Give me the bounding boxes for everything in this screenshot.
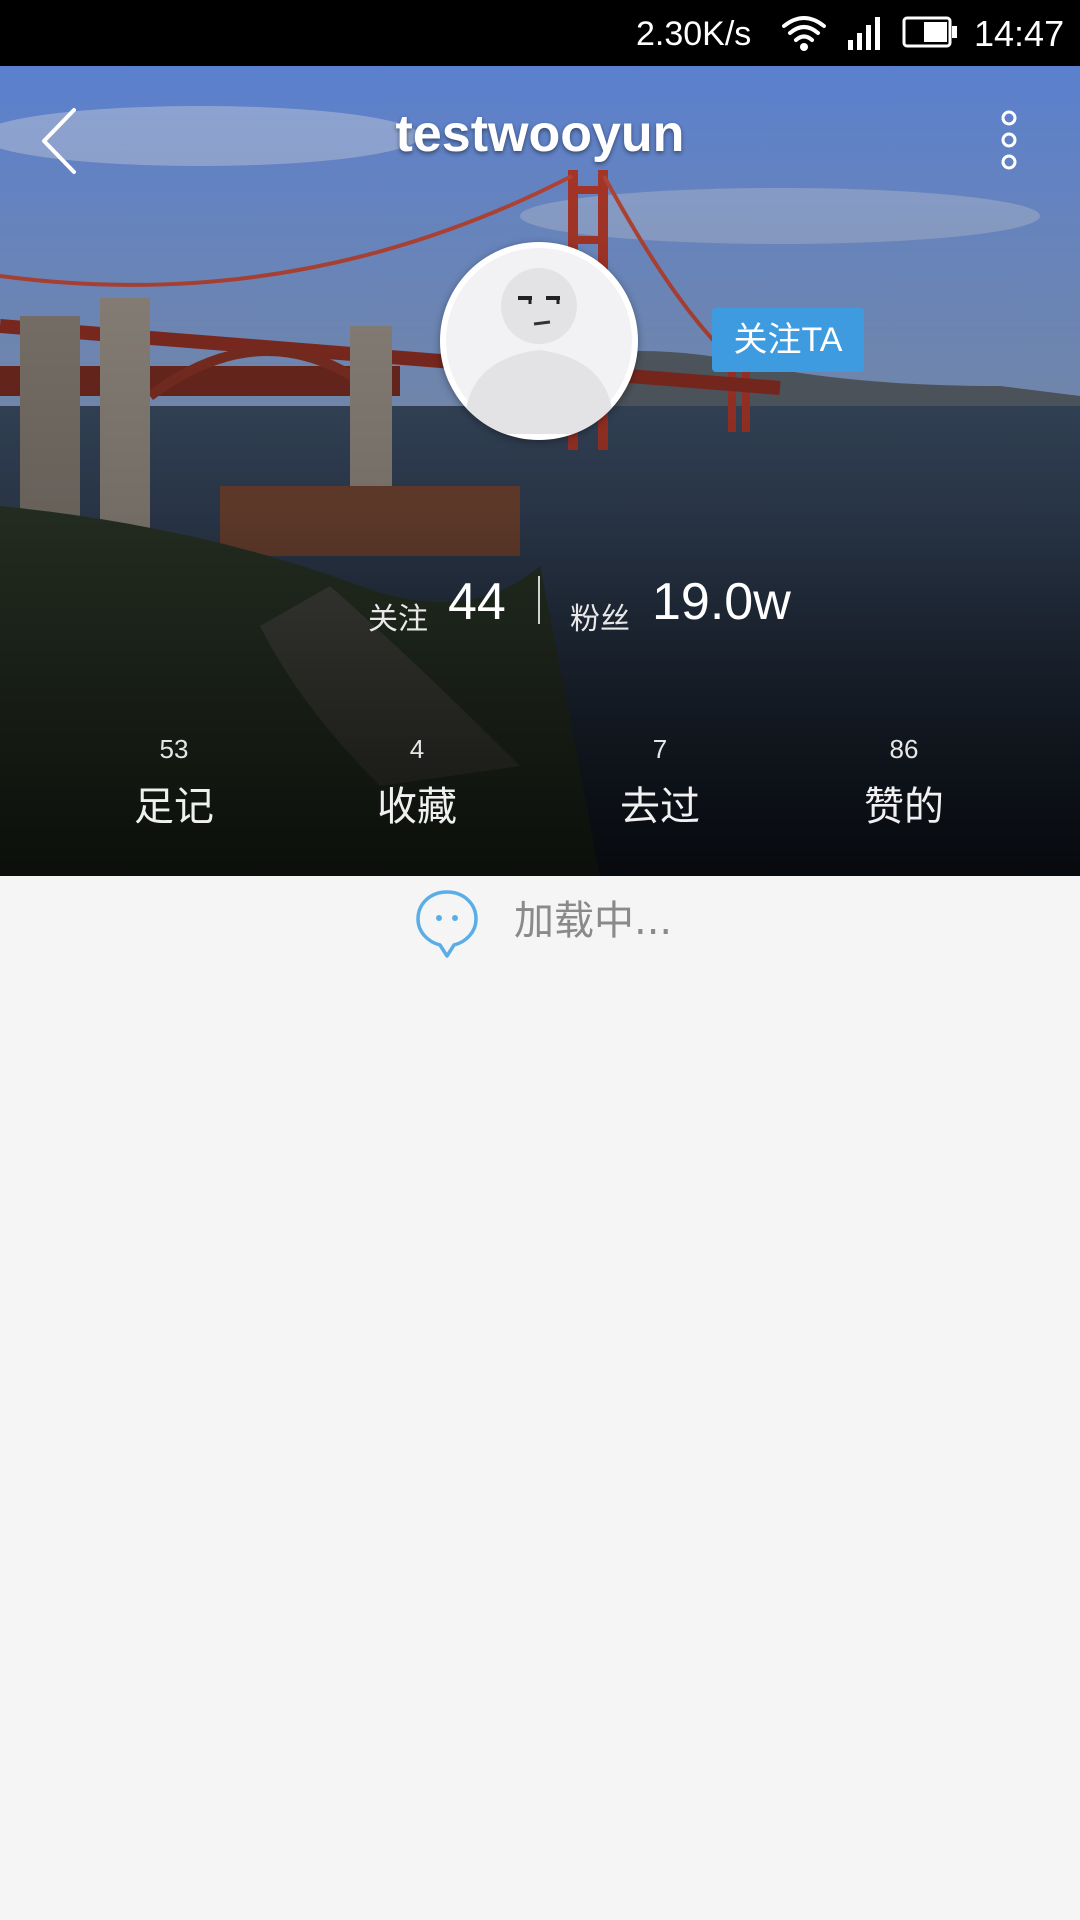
tab-liked[interactable]: 86 赞的 — [782, 726, 1026, 856]
follow-stats: 关注 44 粉丝 19.0w — [0, 566, 1080, 646]
tab-label: 去过 — [620, 784, 700, 830]
signal-icon — [848, 17, 880, 50]
tab-count: 4 — [409, 734, 425, 764]
profile-screen: 2.30K/s 14:47 testwooyun 关注TA 关注 44 粉丝 1… — [0, 0, 1080, 1920]
tab-label: 赞的 — [864, 784, 944, 830]
tab-label: 收藏 — [377, 784, 457, 830]
fans-label[interactable]: 粉丝 — [570, 594, 630, 638]
chat-bubble-icon — [416, 890, 478, 958]
loading-text: 加载中... — [514, 898, 673, 944]
clock: 14:47 — [974, 13, 1065, 54]
following-label[interactable]: 关注 — [368, 594, 428, 638]
tab-count: 53 — [159, 734, 189, 764]
page-title: testwooyun — [395, 105, 685, 163]
more-options-button[interactable] — [984, 94, 1034, 194]
tab-footnotes[interactable]: 53 足记 — [52, 726, 296, 856]
follow-button[interactable]: 关注TA — [712, 308, 864, 372]
status-bar: 2.30K/s 14:47 — [0, 0, 1080, 66]
tab-count: 86 — [889, 734, 919, 764]
stats-divider — [538, 576, 540, 624]
default-avatar-icon — [446, 248, 632, 434]
following-count[interactable]: 44 — [448, 572, 506, 632]
tab-count: 7 — [652, 734, 668, 764]
profile-tabs: 53 足记 4 收藏 7 去过 86 赞的 — [0, 726, 1080, 866]
battery-icon — [902, 16, 957, 48]
tab-label: 足记 — [134, 784, 214, 830]
tab-favorites[interactable]: 4 收藏 — [295, 726, 539, 856]
wifi-icon — [782, 16, 826, 51]
network-speed: 2.30K/s — [636, 15, 752, 53]
tab-visited[interactable]: 7 去过 — [538, 726, 782, 856]
profile-header: testwooyun 关注TA 关注 44 粉丝 19.0w 53 足记 4 收… — [0, 66, 1080, 876]
back-button[interactable] — [30, 96, 100, 186]
avatar[interactable] — [440, 242, 638, 440]
fans-count[interactable]: 19.0w — [652, 572, 791, 632]
loading-indicator: 加载中... — [0, 876, 1080, 976]
